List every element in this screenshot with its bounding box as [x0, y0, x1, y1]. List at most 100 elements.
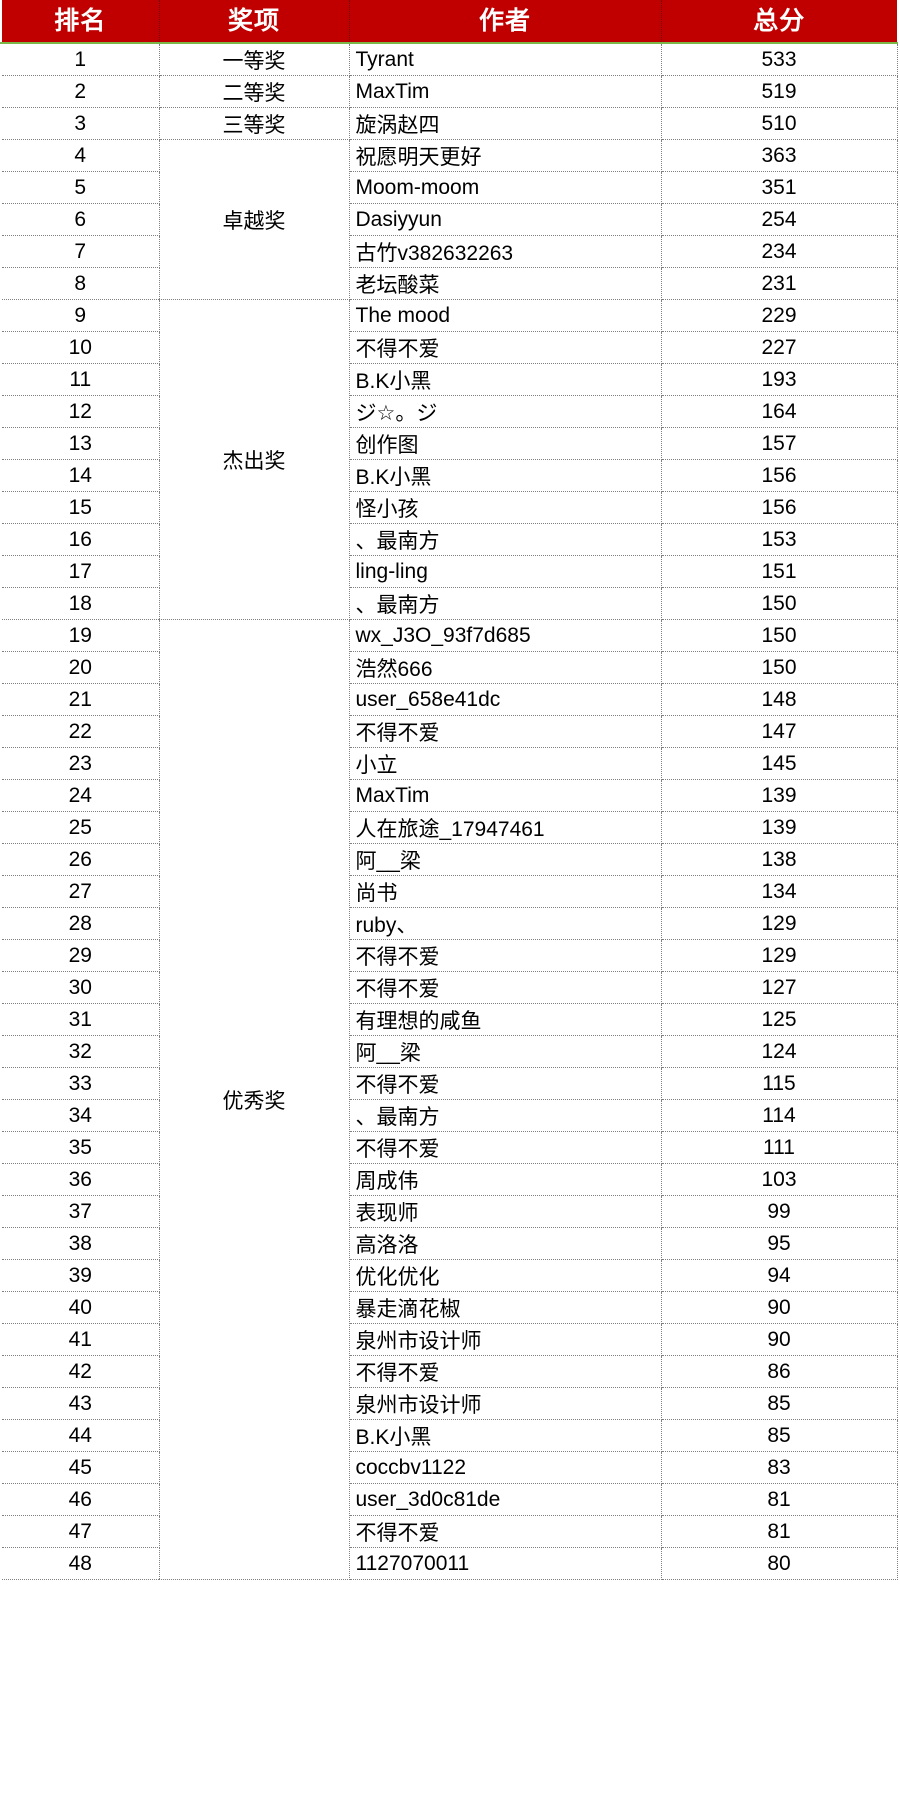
- cell-award[interactable]: 三等奖: [159, 107, 350, 140]
- cell-rank[interactable]: 48: [0, 1547, 160, 1580]
- cell-rank[interactable]: 35: [0, 1131, 160, 1164]
- cell-rank[interactable]: 29: [0, 939, 160, 972]
- cell-award[interactable]: 卓越奖: [159, 139, 350, 300]
- cell-score[interactable]: 139: [661, 811, 898, 844]
- cell-rank[interactable]: 12: [0, 395, 160, 428]
- cell-rank[interactable]: 19: [0, 619, 160, 652]
- cell-rank[interactable]: 39: [0, 1259, 160, 1292]
- table-row[interactable]: 42 不得不爱 86: [0, 1355, 898, 1388]
- cell-score[interactable]: 150: [661, 587, 898, 620]
- cell-rank[interactable]: 40: [0, 1291, 160, 1324]
- cell-author[interactable]: B.K小黑: [349, 459, 662, 492]
- cell-score[interactable]: 134: [661, 875, 898, 908]
- table-row[interactable]: 5 Moom-moom 351: [0, 171, 898, 204]
- cell-score[interactable]: 229: [661, 299, 898, 332]
- cell-author[interactable]: 不得不爱: [349, 715, 662, 748]
- cell-rank[interactable]: 4: [0, 139, 160, 172]
- cell-score[interactable]: 86: [661, 1355, 898, 1388]
- cell-rank[interactable]: 36: [0, 1163, 160, 1196]
- cell-award[interactable]: 杰出奖: [159, 299, 350, 620]
- cell-award[interactable]: 优秀奖: [159, 619, 350, 1580]
- cell-score[interactable]: 157: [661, 427, 898, 460]
- table-row[interactable]: 26 阿__梁 138: [0, 843, 898, 876]
- cell-author[interactable]: ジ☆。ジ: [349, 395, 662, 428]
- table-row[interactable]: 32 阿__梁 124: [0, 1035, 898, 1068]
- cell-rank[interactable]: 15: [0, 491, 160, 524]
- cell-score[interactable]: 150: [661, 619, 898, 652]
- cell-score[interactable]: 80: [661, 1547, 898, 1580]
- cell-score[interactable]: 519: [661, 75, 898, 108]
- cell-score[interactable]: 114: [661, 1099, 898, 1132]
- cell-author[interactable]: ruby、: [349, 907, 662, 940]
- cell-author[interactable]: 人在旅途_17947461: [349, 811, 662, 844]
- cell-author[interactable]: B.K小黑: [349, 363, 662, 396]
- cell-score[interactable]: 90: [661, 1291, 898, 1324]
- cell-author[interactable]: 不得不爱: [349, 1067, 662, 1100]
- table-row[interactable]: 31 有理想的咸鱼 125: [0, 1003, 898, 1036]
- cell-score[interactable]: 85: [661, 1387, 898, 1420]
- cell-author[interactable]: 浩然666: [349, 651, 662, 684]
- cell-author[interactable]: wx_J3O_93f7d685: [349, 619, 662, 652]
- cell-score[interactable]: 153: [661, 523, 898, 556]
- cell-rank[interactable]: 30: [0, 971, 160, 1004]
- cell-author[interactable]: 创作图: [349, 427, 662, 460]
- cell-score[interactable]: 115: [661, 1067, 898, 1100]
- cell-rank[interactable]: 10: [0, 331, 160, 364]
- table-row[interactable]: 15 怪小孩 156: [0, 491, 898, 524]
- table-row[interactable]: 39 优化优化 94: [0, 1259, 898, 1292]
- cell-author[interactable]: MaxTim: [349, 75, 662, 108]
- cell-score[interactable]: 193: [661, 363, 898, 396]
- cell-author[interactable]: 阿__梁: [349, 843, 662, 876]
- cell-rank[interactable]: 24: [0, 779, 160, 812]
- cell-rank[interactable]: 42: [0, 1355, 160, 1388]
- table-row[interactable]: 22 不得不爱 147: [0, 715, 898, 748]
- cell-rank[interactable]: 37: [0, 1195, 160, 1228]
- cell-rank[interactable]: 11: [0, 363, 160, 396]
- cell-rank[interactable]: 25: [0, 811, 160, 844]
- cell-score[interactable]: 510: [661, 107, 898, 140]
- cell-author[interactable]: 暴走滴花椒: [349, 1291, 662, 1324]
- cell-author[interactable]: ling-ling: [349, 555, 662, 588]
- cell-author[interactable]: 不得不爱: [349, 331, 662, 364]
- cell-score[interactable]: 111: [661, 1131, 898, 1164]
- cell-author[interactable]: 不得不爱: [349, 1131, 662, 1164]
- cell-author[interactable]: 古竹v382632263: [349, 235, 662, 268]
- cell-rank[interactable]: 5: [0, 171, 160, 204]
- cell-author[interactable]: 老坛酸菜: [349, 267, 662, 300]
- table-row[interactable]: 4 卓越奖 祝愿明天更好 363: [0, 139, 898, 300]
- cell-author[interactable]: user_3d0c81de: [349, 1483, 662, 1516]
- table-row[interactable]: 14 B.K小黑 156: [0, 459, 898, 492]
- cell-score[interactable]: 254: [661, 203, 898, 236]
- table-row[interactable]: 38 高洛洛 95: [0, 1227, 898, 1260]
- cell-rank[interactable]: 7: [0, 235, 160, 268]
- table-row[interactable]: 18 、最南方 150: [0, 587, 898, 620]
- cell-score[interactable]: 164: [661, 395, 898, 428]
- table-row[interactable]: 6 Dasiyyun 254: [0, 203, 898, 236]
- cell-score[interactable]: 138: [661, 843, 898, 876]
- cell-author[interactable]: 优化优化: [349, 1259, 662, 1292]
- cell-author[interactable]: 不得不爱: [349, 939, 662, 972]
- cell-award[interactable]: 一等奖: [159, 43, 350, 76]
- cell-author[interactable]: coccbv1122: [349, 1451, 662, 1484]
- cell-score[interactable]: 363: [661, 139, 898, 172]
- column-header-award[interactable]: 奖项: [159, 0, 350, 44]
- column-header-rank[interactable]: 排名: [1, 0, 160, 44]
- cell-score[interactable]: 151: [661, 555, 898, 588]
- table-row[interactable]: 34 、最南方 114: [0, 1099, 898, 1132]
- table-row[interactable]: 44 B.K小黑 85: [0, 1419, 898, 1452]
- table-row[interactable]: 17 ling-ling 151: [0, 555, 898, 588]
- cell-rank[interactable]: 34: [0, 1099, 160, 1132]
- cell-rank[interactable]: 31: [0, 1003, 160, 1036]
- table-row[interactable]: 9 杰出奖 The mood 229: [0, 299, 898, 620]
- cell-rank[interactable]: 9: [0, 299, 160, 332]
- cell-score[interactable]: 125: [661, 1003, 898, 1036]
- cell-rank[interactable]: 21: [0, 683, 160, 716]
- table-row[interactable]: 24 MaxTim 139: [0, 779, 898, 812]
- cell-score[interactable]: 129: [661, 939, 898, 972]
- cell-score[interactable]: 81: [661, 1515, 898, 1548]
- cell-rank[interactable]: 45: [0, 1451, 160, 1484]
- cell-rank[interactable]: 41: [0, 1323, 160, 1356]
- cell-score[interactable]: 81: [661, 1483, 898, 1516]
- table-row[interactable]: 2 二等奖 MaxTim 519: [0, 75, 898, 108]
- table-row[interactable]: 13 创作图 157: [0, 427, 898, 460]
